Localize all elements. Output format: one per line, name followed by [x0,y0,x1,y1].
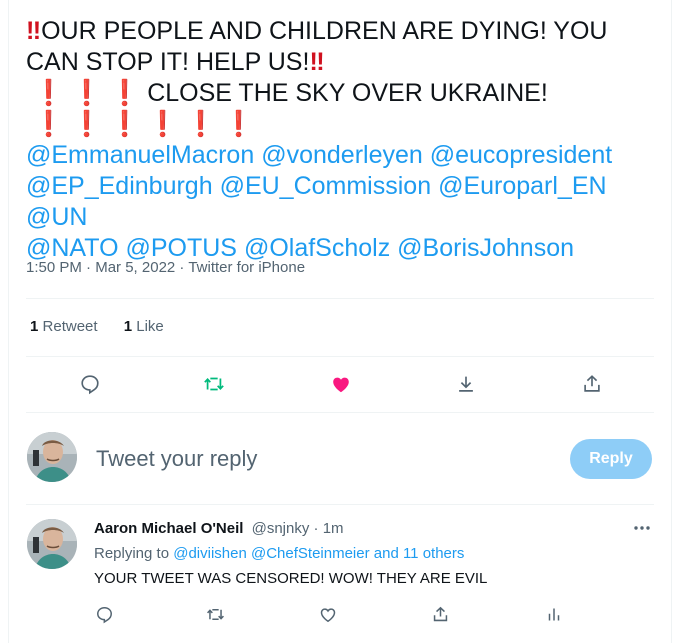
mention-link[interactable]: @EmmanuelMacron [26,141,254,169]
mentions-block: @EmmanuelMacron @vonderleyen @eucopresid… [26,140,656,264]
share-icon[interactable] [426,600,454,628]
analytics-icon[interactable] [540,600,568,628]
more-icon[interactable] [630,516,654,540]
reply-author-name[interactable]: Aaron Michael O'Neil [94,520,243,537]
reply-actions [88,600,568,628]
tweet-date[interactable]: Mar 5, 2022 [95,259,175,276]
tweet-text: ‼OUR PEOPLE AND CHILDREN ARE DYING! YOU … [26,16,656,264]
like-icon[interactable] [314,600,342,628]
mention-link[interactable]: @EP_Edinburgh [26,172,213,200]
reply-icon[interactable] [74,368,106,400]
avatar[interactable] [27,519,77,569]
mention-link[interactable]: @eucopresident [430,141,612,169]
divider [26,504,654,505]
reply-time[interactable]: 1m [323,520,344,537]
reply-text: YOUR TWEET WAS CENSORED! WOW! THEY ARE E… [94,570,488,587]
retweet-stat[interactable]: 1 Retweet [30,318,98,335]
mention-link[interactable]: @BorisJohnson [397,234,574,262]
mention-link[interactable]: @Europarl_EN [438,172,607,200]
double-exclamation-icon: ‼ [309,48,325,76]
divider [26,356,654,357]
mention-link[interactable]: @OlafScholz [244,234,390,262]
exclamation-icon: ❗ ❗ ❗ [26,79,141,107]
reply-header: Aaron Michael O'Neil @snjnky · 1m [94,520,344,537]
tweet-line-2: CLOSE THE SKY OVER UKRAINE! [147,79,548,107]
tweet-stats: 1 Retweet 1 Like [30,318,186,335]
double-exclamation-icon: ‼ [26,17,42,45]
reply-button[interactable]: Reply [570,439,652,479]
like-stat[interactable]: 1 Like [124,318,164,335]
tweet-time[interactable]: 1:50 PM [26,259,82,276]
mention-link[interactable]: @EU_Commission [220,172,432,200]
retweet-icon[interactable] [198,368,230,400]
share-icon[interactable] [576,368,608,400]
reply-icon[interactable] [90,600,118,628]
like-icon[interactable] [325,368,357,400]
divider [26,412,654,413]
replying-to: Replying to @diviishen @ChefSteinmeier a… [94,545,465,562]
mention-link[interactable]: @NATO [26,234,119,262]
exclamation-icon: ❗ ❗ ❗ ❗ ❗ ❗ [26,110,255,138]
replying-to-links[interactable]: @diviishen @ChefSteinmeier and 11 others [173,545,464,562]
mention-link[interactable]: @vonderleyen [261,141,423,169]
retweet-icon[interactable] [201,600,229,628]
tweet-meta: 1:50 PM · Mar 5, 2022 · Twitter for iPho… [26,259,306,276]
avatar[interactable] [27,432,77,482]
mention-link[interactable]: @UN [26,203,88,231]
tweet-source[interactable]: Twitter for iPhone [188,259,305,276]
mention-link[interactable]: @POTUS [125,234,237,262]
tweet-actions [26,368,654,400]
bookmark-download-icon[interactable] [450,368,482,400]
reply-input[interactable]: Tweet your reply [96,446,257,472]
reply-author-handle[interactable]: @snjnky [252,520,310,537]
divider [26,298,654,299]
